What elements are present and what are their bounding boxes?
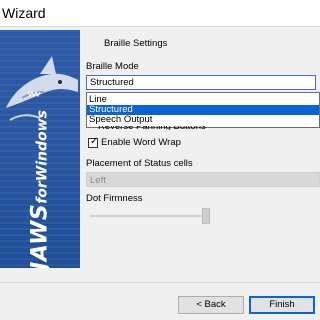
option-speech-output[interactable]: Speech Output [87, 115, 319, 125]
title-bar: Wizard [0, 0, 320, 27]
window-title: Wizard [2, 5, 46, 21]
reverse-panning-label-obscured: Reverse Panning Buttons [98, 126, 206, 130]
status-cells-select: Left [86, 172, 320, 187]
enable-word-wrap-label: Enable Word Wrap [101, 137, 181, 148]
jaws-brand: JAWSforWindows [28, 110, 53, 268]
brand-sub: forWindows [34, 110, 51, 204]
braille-mode-value: Structured [90, 77, 134, 88]
dot-firmness-slider-thumb [202, 208, 210, 224]
enable-word-wrap-checkbox[interactable]: ✓ [88, 136, 99, 148]
finish-button[interactable]: Finish [249, 296, 315, 314]
braille-mode-dropdown[interactable]: Line Structured Speech Output [86, 92, 320, 128]
jaws-banner: JAWSforWindows [0, 30, 80, 268]
brand-main: JAWS [27, 203, 53, 268]
checkmark-icon: ✓ [90, 136, 99, 147]
footer-divider [0, 282, 320, 283]
dot-firmness-label: Dot Firmness [86, 193, 143, 204]
status-cells-label: Placement of Status cells [86, 158, 193, 169]
status-cells-value: Left [90, 175, 106, 186]
braille-mode-select[interactable]: Structured [86, 75, 316, 90]
dot-firmness-slider-track [90, 215, 210, 217]
section-title: Braille Settings [104, 38, 168, 49]
back-button[interactable]: < Back [178, 296, 244, 314]
braille-mode-label: Braille Mode [86, 61, 139, 72]
